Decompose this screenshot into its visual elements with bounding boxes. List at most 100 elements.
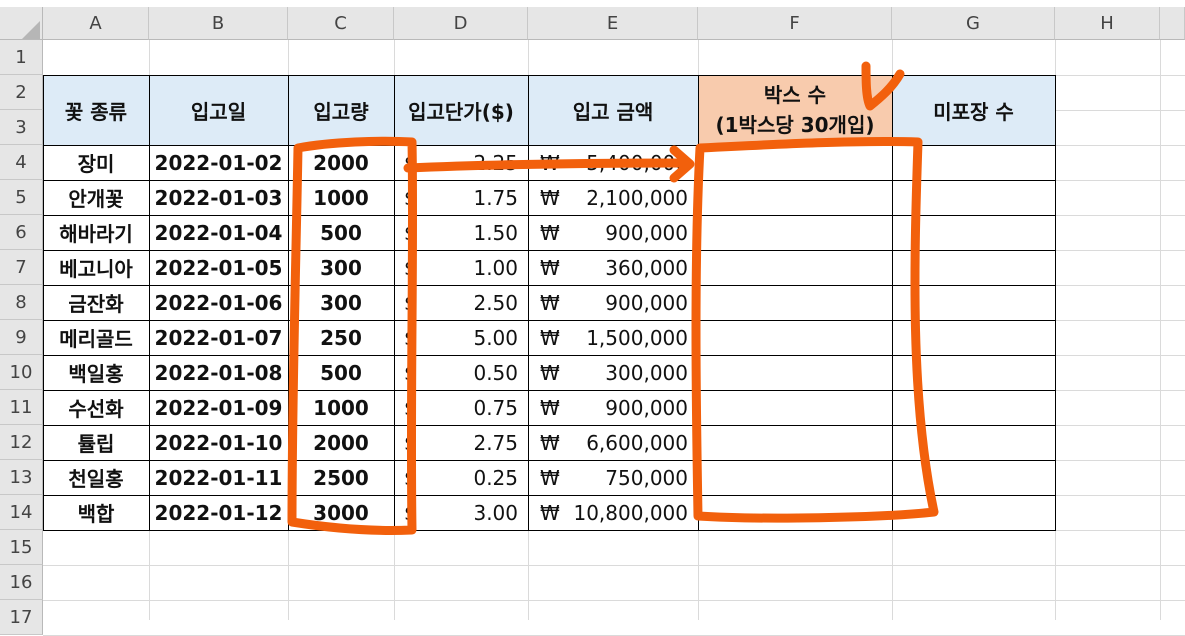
cell-in-date[interactable]: 2022-01-08 <box>149 355 288 390</box>
cell-box-count[interactable] <box>698 460 892 495</box>
column-header-h[interactable]: H <box>1055 7 1160 40</box>
column-header-e[interactable]: E <box>528 7 698 40</box>
column-header-d[interactable]: D <box>394 7 528 40</box>
cell-in-qty[interactable]: 500 <box>288 215 394 250</box>
cell-in-date[interactable]: 2022-01-12 <box>149 495 288 530</box>
cell-in-date[interactable]: 2022-01-03 <box>149 180 288 215</box>
row-header-7[interactable]: 7 <box>0 250 43 285</box>
cell-unpacked[interactable] <box>892 495 1055 530</box>
cell-in-date[interactable]: 2022-01-09 <box>149 390 288 425</box>
cell-in-qty[interactable]: 2500 <box>288 460 394 495</box>
cell-in-date[interactable]: 2022-01-10 <box>149 425 288 460</box>
header-in-amount[interactable]: 입고 금액 <box>528 75 698 145</box>
currency-won-symbol: ₩ <box>540 500 560 525</box>
table-border-horizontal <box>43 145 1055 146</box>
header-in-qty[interactable]: 입고량 <box>288 75 394 145</box>
cell-flower-name[interactable]: 수선화 <box>43 390 149 425</box>
cell-unpacked[interactable] <box>892 390 1055 425</box>
row-header-1[interactable]: 1 <box>0 40 43 75</box>
header-in-date[interactable]: 입고일 <box>149 75 288 145</box>
cell-unpacked[interactable] <box>892 285 1055 320</box>
cell-unpacked[interactable] <box>892 250 1055 285</box>
table-border-vertical <box>892 75 893 531</box>
cell-unpacked[interactable] <box>892 425 1055 460</box>
cell-in-date[interactable]: 2022-01-04 <box>149 215 288 250</box>
cell-box-count[interactable] <box>698 180 892 215</box>
cell-in-qty[interactable]: 300 <box>288 250 394 285</box>
row-header-17[interactable]: 17 <box>0 600 43 635</box>
cell-box-count[interactable] <box>698 285 892 320</box>
row-header-15[interactable]: 15 <box>0 530 43 565</box>
cell-flower-name[interactable]: 안개꽃 <box>43 180 149 215</box>
cell-flower-name[interactable]: 해바라기 <box>43 215 149 250</box>
cell-unpacked[interactable] <box>892 355 1055 390</box>
cell-flower-name[interactable]: 금잔화 <box>43 285 149 320</box>
cell-in-qty[interactable]: 2000 <box>288 425 394 460</box>
currency-won-symbol: ₩ <box>540 465 560 490</box>
cell-in-qty[interactable]: 500 <box>288 355 394 390</box>
cell-in-qty[interactable]: 2000 <box>288 145 394 180</box>
column-header-b[interactable]: B <box>149 7 288 40</box>
row-header-11[interactable]: 11 <box>0 390 43 425</box>
cell-flower-name[interactable]: 천일홍 <box>43 460 149 495</box>
cell-in-qty[interactable]: 1000 <box>288 180 394 215</box>
cell-in-date[interactable]: 2022-01-11 <box>149 460 288 495</box>
cell-in-qty[interactable]: 300 <box>288 285 394 320</box>
header-unit-price[interactable]: 입고단가($) <box>394 75 528 145</box>
currency-dollar-symbol: $ <box>404 325 417 350</box>
cell-flower-name[interactable]: 메리골드 <box>43 320 149 355</box>
header-flower-type[interactable]: 꽃 종류 <box>43 75 149 145</box>
cell-unpacked[interactable] <box>892 215 1055 250</box>
cell-flower-name[interactable]: 백일홍 <box>43 355 149 390</box>
table-border-horizontal <box>43 355 1055 356</box>
header-box-count[interactable]: 박스 수 (1박스당 30개입) <box>698 75 892 145</box>
cell-unpacked[interactable] <box>892 320 1055 355</box>
row-header-4[interactable]: 4 <box>0 145 43 180</box>
cell-unpacked[interactable] <box>892 460 1055 495</box>
cell-in-date[interactable]: 2022-01-05 <box>149 250 288 285</box>
row-header-12[interactable]: 12 <box>0 425 43 460</box>
cell-unpacked[interactable] <box>892 145 1055 180</box>
cell-in-date[interactable]: 2022-01-02 <box>149 145 288 180</box>
cell-box-count[interactable] <box>698 425 892 460</box>
cell-box-count[interactable] <box>698 495 892 530</box>
cell-flower-name[interactable]: 튤립 <box>43 425 149 460</box>
cell-box-count[interactable] <box>698 355 892 390</box>
cell-box-count[interactable] <box>698 250 892 285</box>
row-header-8[interactable]: 8 <box>0 285 43 320</box>
row-header-5[interactable]: 5 <box>0 180 43 215</box>
column-header-f[interactable]: F <box>698 7 892 40</box>
cell-box-count[interactable] <box>698 390 892 425</box>
cell-in-qty[interactable]: 250 <box>288 320 394 355</box>
cell-flower-name[interactable]: 장미 <box>43 145 149 180</box>
cell-in-qty[interactable]: 3000 <box>288 495 394 530</box>
row-header-13[interactable]: 13 <box>0 460 43 495</box>
cell-in-qty[interactable]: 1000 <box>288 390 394 425</box>
row-header-14[interactable]: 14 <box>0 495 43 530</box>
currency-dollar-symbol: $ <box>404 290 417 315</box>
cell-box-count[interactable] <box>698 320 892 355</box>
select-all-corner[interactable] <box>0 7 43 40</box>
cell-box-count[interactable] <box>698 215 892 250</box>
cell-box-count[interactable] <box>698 145 892 180</box>
row-header-10[interactable]: 10 <box>0 355 43 390</box>
row-header-3[interactable]: 3 <box>0 110 43 145</box>
header-unpacked[interactable]: 미포장 수 <box>892 75 1055 145</box>
cell-unpacked[interactable] <box>892 180 1055 215</box>
column-header-c[interactable]: C <box>288 7 394 40</box>
table-border-vertical <box>394 75 395 531</box>
column-header-extra[interactable] <box>1160 7 1185 40</box>
column-header-g[interactable]: G <box>892 7 1055 40</box>
row-header-6[interactable]: 6 <box>0 215 43 250</box>
row-header-9[interactable]: 9 <box>0 320 43 355</box>
spreadsheet-grid[interactable]: A B C D E F G H 1 2 3 4 5 6 7 8 9 10 11 12 13 14 15 16 17 꽃 종류 입고일… <box>0 0 1185 636</box>
gridline-horizontal <box>43 565 1185 566</box>
column-header-a[interactable]: A <box>43 7 149 40</box>
cell-in-date[interactable]: 2022-01-07 <box>149 320 288 355</box>
row-header-16[interactable]: 16 <box>0 565 43 600</box>
cell-flower-name[interactable]: 베고니아 <box>43 250 149 285</box>
cell-flower-name[interactable]: 백합 <box>43 495 149 530</box>
currency-dollar-symbol: $ <box>404 185 417 210</box>
cell-in-date[interactable]: 2022-01-06 <box>149 285 288 320</box>
row-header-2[interactable]: 2 <box>0 75 43 110</box>
